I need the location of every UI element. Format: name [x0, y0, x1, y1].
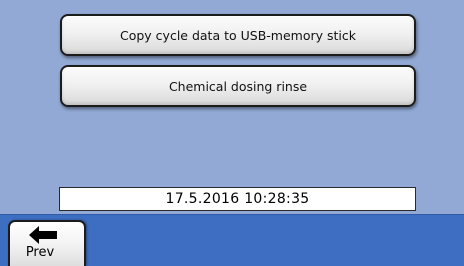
prev-label: Prev — [25, 245, 55, 260]
datetime-display: 17.5.2016 10:28:35 — [59, 187, 416, 211]
chemical-dosing-rinse-label: Chemical dosing rinse — [168, 78, 308, 94]
datetime-text: 17.5.2016 10:28:35 — [165, 191, 310, 207]
chemical-dosing-rinse-button[interactable]: Chemical dosing rinse — [60, 65, 416, 107]
prev-button[interactable]: Prev — [8, 220, 86, 266]
screen: Copy cycle data to USB-memory stick Chem… — [0, 0, 464, 266]
copy-cycle-data-button[interactable]: Copy cycle data to USB-memory stick — [60, 14, 416, 56]
copy-cycle-data-label: Copy cycle data to USB-memory stick — [120, 27, 356, 43]
arrow-left-icon — [29, 226, 57, 244]
